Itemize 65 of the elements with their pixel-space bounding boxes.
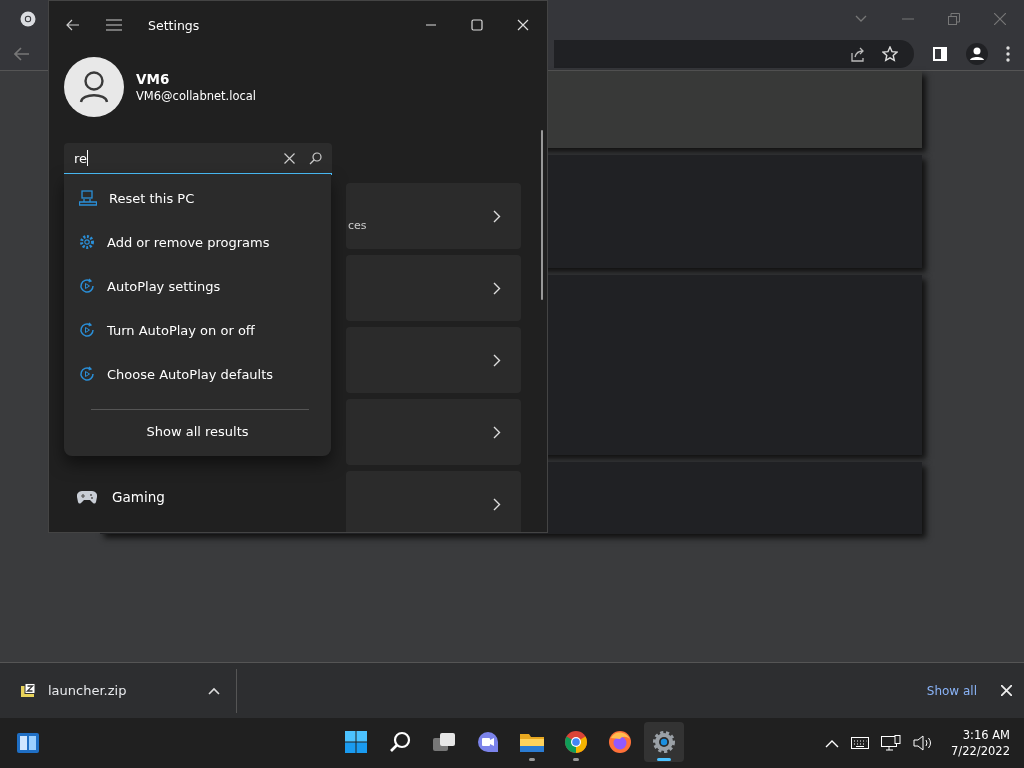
- volume-icon[interactable]: [913, 735, 934, 751]
- search-icon[interactable]: [309, 151, 322, 165]
- more-menu-icon[interactable]: [1006, 46, 1010, 62]
- search-field[interactable]: re: [64, 143, 332, 175]
- search-result[interactable]: Reset this PC: [64, 176, 331, 220]
- text-cursor: [87, 150, 89, 166]
- chevron-right-icon: [493, 353, 501, 367]
- chevron-right-icon: [493, 281, 501, 295]
- fox-browser-icon: [608, 730, 632, 754]
- network-icon[interactable]: [881, 735, 902, 751]
- task-view-icon: [432, 732, 456, 752]
- window-title: Settings: [148, 17, 200, 33]
- search-result[interactable]: Add or remove programs: [64, 220, 331, 264]
- user-name: VM6: [136, 71, 171, 87]
- start-icon: [345, 731, 367, 753]
- zip-file-icon: [20, 682, 36, 699]
- browser-logo-icon: [564, 730, 588, 754]
- download-filename[interactable]: launcher.zip: [48, 683, 127, 698]
- clock-date: 7/22/2022: [951, 743, 1010, 759]
- running-indicator: [573, 758, 579, 761]
- chevron-right-icon: [493, 497, 501, 511]
- folder-icon: [519, 731, 545, 753]
- search-result[interactable]: Turn AutoPlay on or off: [64, 308, 331, 352]
- chevron-right-icon: [493, 425, 501, 439]
- computer-reset-icon: [79, 190, 97, 206]
- taskbar-app[interactable]: [644, 722, 684, 762]
- gear-icon: [652, 730, 676, 754]
- autoplay-icon: [79, 366, 95, 382]
- person-icon: [79, 71, 109, 103]
- star-icon[interactable]: [882, 46, 898, 62]
- search-result[interactable]: Choose AutoPlay defaults: [64, 352, 331, 396]
- side-panel-icon[interactable]: [932, 46, 948, 62]
- autoplay-icon: [79, 278, 95, 294]
- user-email: VM6@collabnet.local: [136, 89, 257, 103]
- gear-icon: [79, 234, 95, 250]
- gamepad-icon: [77, 489, 97, 505]
- caret-up-icon[interactable]: [208, 686, 220, 695]
- show-all-results-button[interactable]: Show all results: [64, 410, 331, 453]
- keyboard-icon[interactable]: [851, 737, 870, 749]
- share-icon[interactable]: [850, 46, 866, 62]
- settings-card[interactable]: ces: [346, 183, 521, 249]
- chat-icon: [477, 731, 499, 753]
- autoplay-icon: [79, 322, 95, 338]
- browser-logo-icon: [20, 11, 36, 27]
- chevron-right-icon: [493, 209, 501, 223]
- restore-icon[interactable]: [948, 13, 960, 25]
- active-indicator: [657, 758, 671, 761]
- nav-item[interactable]: Gaming: [64, 477, 332, 517]
- scrollbar[interactable]: [541, 130, 543, 300]
- search-result[interactable]: AutoPlay settings: [64, 264, 331, 308]
- menu-icon[interactable]: [106, 19, 122, 31]
- search-icon: [389, 731, 411, 753]
- chevron-up-icon[interactable]: [825, 738, 840, 748]
- show-all-link[interactable]: Show all: [926, 683, 977, 698]
- profile-avatar-icon[interactable]: [966, 43, 988, 65]
- widgets-icon[interactable]: [16, 732, 40, 754]
- card-subtitle: ces: [348, 219, 367, 232]
- clear-icon[interactable]: [284, 152, 295, 164]
- nav-label: Gaming: [112, 489, 165, 505]
- clock-time: 3:16 AM: [962, 727, 1010, 743]
- back-arrow-icon[interactable]: [66, 19, 80, 31]
- clock[interactable]: 3:16 AM 7/22/2022: [951, 727, 1010, 759]
- tab-search-icon[interactable]: [854, 14, 868, 24]
- maximize-icon[interactable]: [471, 19, 483, 31]
- running-indicator: [529, 758, 535, 761]
